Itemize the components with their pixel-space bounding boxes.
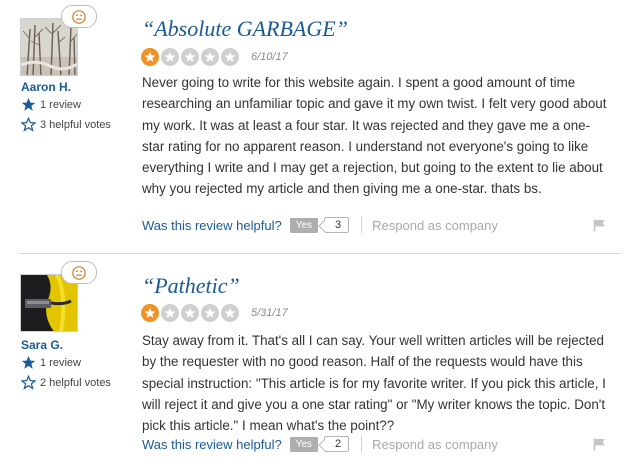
star-empty-icon xyxy=(221,48,239,66)
helpful-votes-label: 2 helpful votes xyxy=(40,376,111,389)
reviewer-name[interactable]: Sara G. xyxy=(21,338,63,352)
star-empty-icon xyxy=(201,48,219,66)
review-divider xyxy=(19,253,621,254)
star-icon xyxy=(21,97,36,111)
helpful-question: Was this review helpful? xyxy=(142,436,282,452)
helpful-count: 3 xyxy=(324,217,350,233)
mood-badge xyxy=(61,5,97,28)
star-empty-icon xyxy=(221,304,239,322)
helpful-votes: 2 helpful votes xyxy=(21,375,111,390)
review-title[interactable]: “Pathetic” xyxy=(142,273,240,299)
star-filled-icon xyxy=(141,48,159,66)
frown-face-icon xyxy=(72,265,86,280)
star-empty-icon xyxy=(181,48,199,66)
yes-button[interactable]: Yes xyxy=(289,217,319,233)
star-filled-icon xyxy=(141,304,159,322)
star-empty-icon xyxy=(181,304,199,322)
respond-as-company-link[interactable]: Respond as company xyxy=(372,437,498,452)
divider xyxy=(361,436,363,452)
review-count-label: 1 review xyxy=(40,98,81,111)
flag-icon[interactable] xyxy=(593,438,606,451)
star-outline-icon xyxy=(21,375,36,390)
review-count: 1 review xyxy=(21,355,81,370)
helpful-votes-label: 3 helpful votes xyxy=(40,118,111,131)
review-body: Never going to write for this website ag… xyxy=(142,75,607,197)
divider xyxy=(361,217,363,233)
review-count: 1 review xyxy=(21,97,81,112)
helpful-count: 2 xyxy=(324,436,350,452)
helpful-votes: 3 helpful votes xyxy=(21,117,111,132)
review-body: Stay away from it. That's all I can say.… xyxy=(142,333,606,434)
flag-icon[interactable] xyxy=(593,219,606,232)
helpful-row: Was this review helpful? Yes 3 Respond a… xyxy=(142,217,498,233)
review-count-label: 1 review xyxy=(40,356,81,369)
review-card: Sara G. 1 review 2 helpful votes “Pathet… xyxy=(0,255,635,464)
review-title[interactable]: “Absolute GARBAGE” xyxy=(142,16,348,42)
star-icon xyxy=(21,355,36,369)
review-date: 6/10/17 xyxy=(251,51,288,63)
mood-badge xyxy=(61,261,97,284)
frown-face-icon xyxy=(72,9,86,24)
star-outline-icon xyxy=(21,117,36,132)
star-empty-icon xyxy=(161,48,179,66)
helpful-question: Was this review helpful? xyxy=(142,217,282,233)
respond-as-company-link[interactable]: Respond as company xyxy=(372,218,498,233)
helpful-row: Was this review helpful? Yes 2 Respond a… xyxy=(142,436,498,452)
star-rating: 6/10/17 xyxy=(141,48,288,66)
review-date: 5/31/17 xyxy=(251,307,288,319)
review-card: Aaron H. 1 review 3 helpful votes “Absol… xyxy=(0,0,635,252)
yes-button[interactable]: Yes xyxy=(289,436,319,452)
star-rating: 5/31/17 xyxy=(141,304,288,322)
star-empty-icon xyxy=(201,304,219,322)
star-empty-icon xyxy=(161,304,179,322)
reviewer-name[interactable]: Aaron H. xyxy=(21,80,71,94)
